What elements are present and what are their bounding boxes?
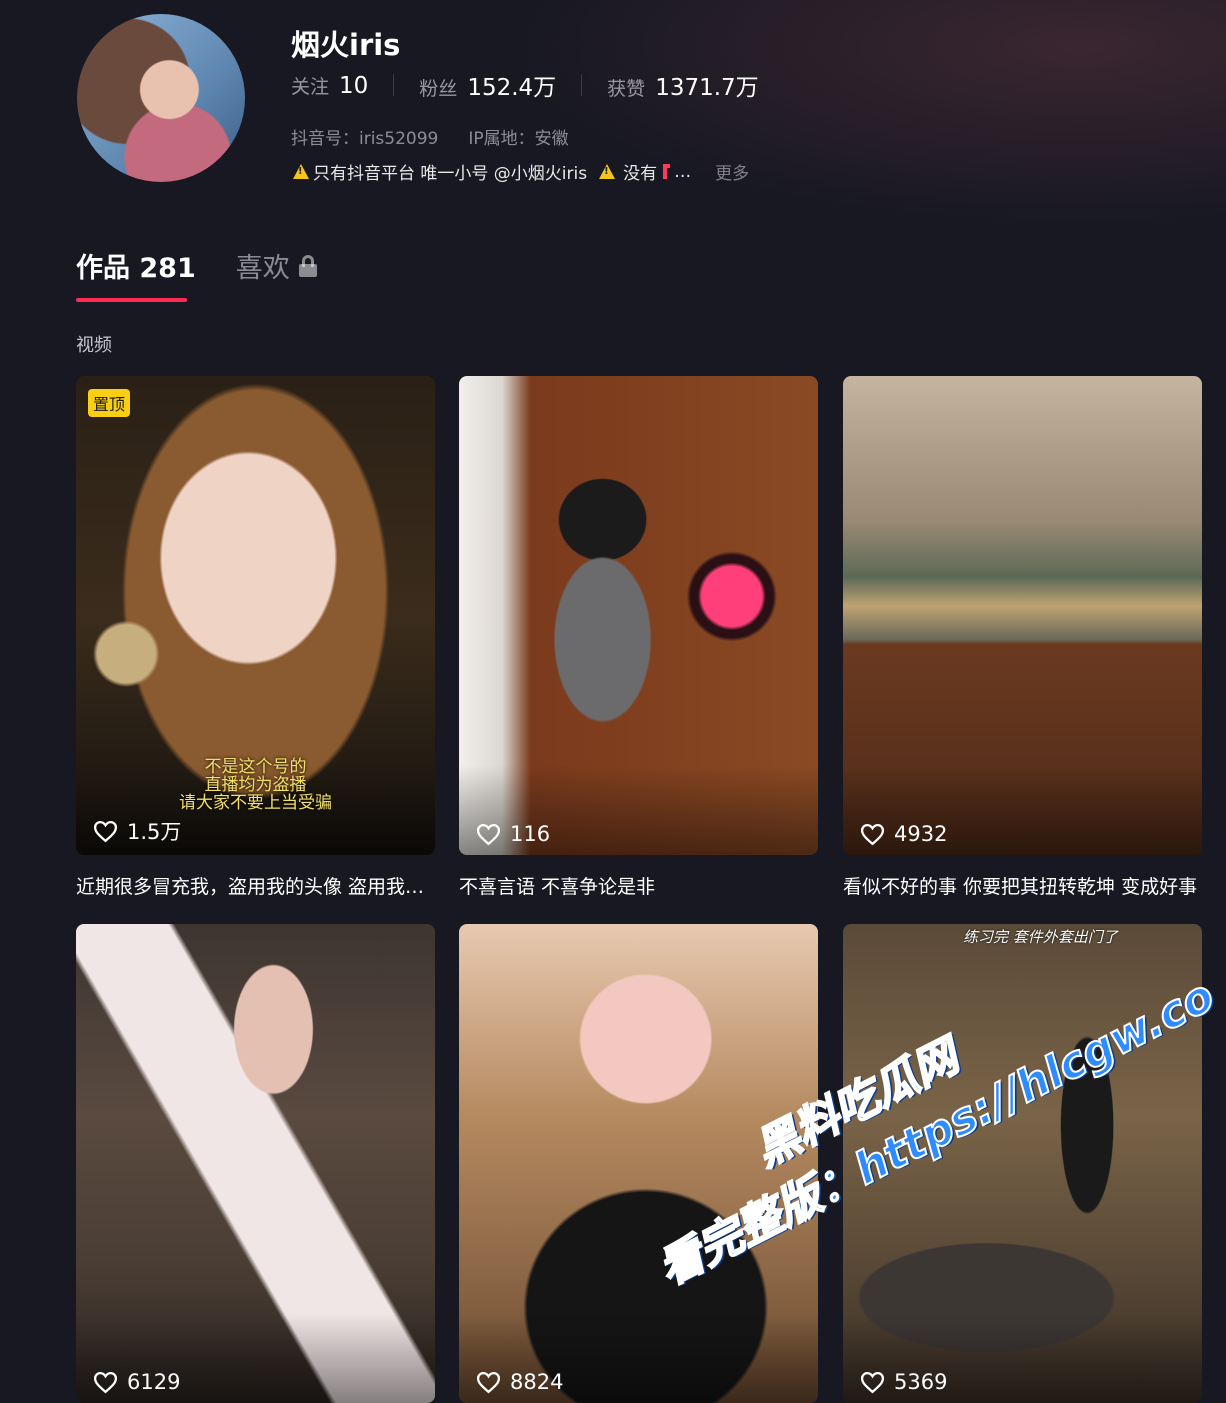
following-count: 10 bbox=[339, 72, 369, 99]
video-likes: 6129 bbox=[93, 1370, 180, 1394]
likes-label: 获赞 bbox=[607, 78, 646, 100]
heart-icon bbox=[93, 1371, 118, 1393]
following-label: 关注 bbox=[291, 75, 330, 98]
video-card[interactable]: 116 不喜言语 不喜争论是非 bbox=[459, 376, 818, 899]
bio-more-button[interactable]: 更多 bbox=[715, 159, 749, 184]
followers-label: 粉丝 bbox=[419, 78, 458, 100]
ip-location: IP属地：安徽 bbox=[468, 129, 569, 149]
heart-icon bbox=[93, 820, 118, 842]
video-thumbnail[interactable]: 4932 bbox=[843, 376, 1202, 855]
video-card[interactable]: 8824 bbox=[459, 924, 818, 1403]
profile-nickname: 烟火iris bbox=[291, 28, 401, 62]
profile-tabs: 作品 281 喜欢 bbox=[76, 246, 318, 285]
following-stat[interactable]: 关注 10 bbox=[291, 72, 368, 99]
followers-stat[interactable]: 粉丝 152.4万 bbox=[419, 68, 556, 102]
video-likes: 8824 bbox=[476, 1370, 563, 1394]
stat-divider bbox=[581, 74, 583, 96]
tab-likes[interactable]: 喜欢 bbox=[236, 246, 318, 285]
avatar[interactable] bbox=[77, 14, 245, 182]
pinned-badge: 置顶 bbox=[88, 389, 131, 417]
video-likes-count: 116 bbox=[510, 822, 551, 846]
video-likes-count: 5369 bbox=[894, 1370, 948, 1394]
header-background-glow bbox=[500, 0, 1226, 230]
video-thumbnail[interactable]: 116 bbox=[459, 376, 818, 855]
bio-ellipsis: … bbox=[674, 161, 692, 182]
heart-icon bbox=[860, 1371, 885, 1393]
video-top-text: 练习完 套件外套出门了 bbox=[963, 928, 1118, 946]
video-caption[interactable]: 不喜言语 不喜争论是非 bbox=[459, 872, 814, 899]
profile-stats: 关注 10 粉丝 152.4万 获赞 1371.7万 bbox=[291, 68, 759, 102]
video-likes-count: 1.5万 bbox=[127, 820, 182, 844]
video-likes-count: 6129 bbox=[127, 1370, 181, 1394]
warning-icon bbox=[599, 164, 616, 179]
likes-count: 1371.7万 bbox=[655, 75, 759, 101]
video-likes: 1.5万 bbox=[93, 816, 181, 846]
heart-icon bbox=[476, 823, 501, 845]
video-likes: 116 bbox=[476, 822, 550, 846]
video-card[interactable]: 6129 bbox=[76, 924, 435, 1403]
profile-meta: 抖音号：iris52099 IP属地：安徽 bbox=[291, 124, 569, 149]
overlay-line: 直播均为盗播 bbox=[204, 775, 307, 795]
video-thumbnail[interactable]: 8824 bbox=[459, 924, 818, 1403]
video-card[interactable]: 练习完 套件外套出门了 5369 bbox=[843, 924, 1202, 1403]
video-caption[interactable]: 看似不好的事 你要把其扭转乾坤 变成好事 bbox=[843, 872, 1198, 899]
video-overlay-text: 不是这个号的 直播均为盗播 请大家不要上当受骗 bbox=[86, 758, 425, 812]
stat-divider bbox=[393, 74, 395, 96]
bio-text-2: 没有 bbox=[623, 164, 658, 184]
followers-count: 152.4万 bbox=[467, 75, 557, 101]
video-thumbnail[interactable]: 6129 bbox=[76, 924, 435, 1403]
tab-likes-label: 喜欢 bbox=[235, 253, 290, 284]
video-likes: 5369 bbox=[860, 1370, 947, 1394]
bio-text-1: 只有抖音平台 唯一小号 @小烟火iris bbox=[313, 164, 588, 184]
video-caption[interactable]: 近期很多冒充我，盗用我的头像 盗用我的视频 bbox=[76, 872, 431, 899]
lock-icon bbox=[298, 254, 318, 278]
tab-works[interactable]: 作品 281 bbox=[76, 246, 196, 285]
warning-icon bbox=[293, 164, 309, 179]
overlay-line: 请大家不要上当受骗 bbox=[179, 793, 332, 813]
video-likes: 4932 bbox=[860, 822, 947, 846]
profile-bio: 只有抖音平台 唯一小号 @小烟火iris 没有 … 更多 bbox=[293, 159, 749, 184]
likes-stat: 获赞 1371.7万 bbox=[607, 68, 759, 102]
red-bracket-icon bbox=[663, 164, 671, 179]
overlay-line: 不是这个号的 bbox=[204, 757, 307, 777]
active-tab-indicator bbox=[76, 298, 187, 302]
video-card[interactable]: 4932 看似不好的事 你要把其扭转乾坤 变成好事 bbox=[843, 376, 1202, 899]
video-thumbnail[interactable]: 练习完 套件外套出门了 5369 bbox=[843, 924, 1202, 1403]
section-label-videos: 视频 bbox=[76, 335, 112, 356]
douyin-id: 抖音号：iris52099 bbox=[291, 129, 439, 149]
video-likes-count: 8824 bbox=[510, 1370, 564, 1394]
video-thumbnail[interactable]: 置顶 不是这个号的 直播均为盗播 请大家不要上当受骗 1.5万 bbox=[76, 376, 435, 855]
heart-icon bbox=[860, 823, 885, 845]
video-card[interactable]: 置顶 不是这个号的 直播均为盗播 请大家不要上当受骗 1.5万 近期很多冒充我，… bbox=[76, 376, 435, 899]
heart-icon bbox=[476, 1371, 501, 1393]
video-likes-count: 4932 bbox=[894, 822, 948, 846]
